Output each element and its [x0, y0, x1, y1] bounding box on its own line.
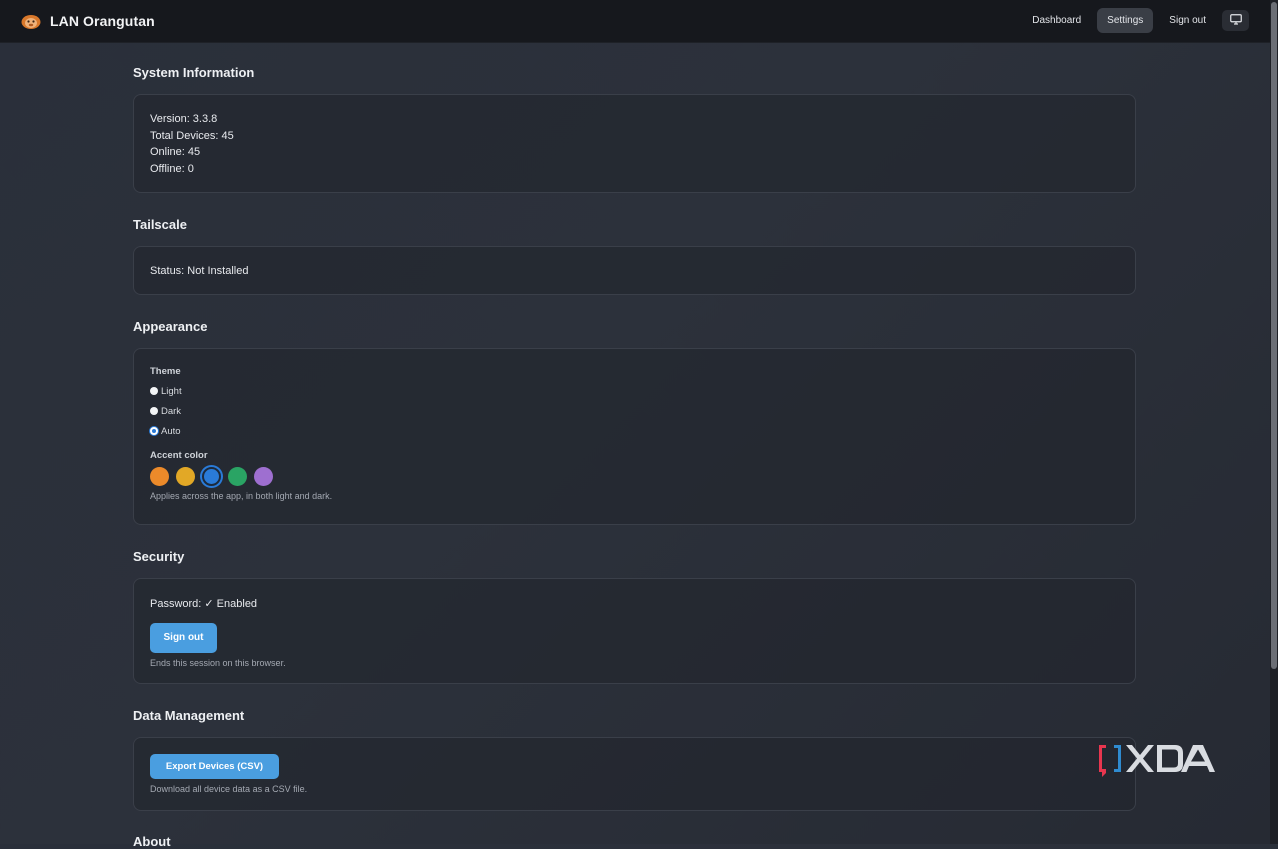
- xda-watermark-logo: [1097, 742, 1217, 778]
- system-information-card: Version: 3.3.8 Total Devices: 45 Online:…: [133, 94, 1136, 193]
- tailscale-status-text: Status: Not Installed: [150, 265, 249, 277]
- nav-menu: Dashboard Settings Sign out: [1016, 8, 1249, 33]
- version-text: Version: 3.3.8: [150, 113, 218, 125]
- export-devices-button[interactable]: Export Devices (CSV): [150, 754, 279, 779]
- theme-option-auto[interactable]: Auto: [150, 421, 1119, 441]
- data-management-heading: Data Management: [133, 708, 245, 723]
- sign-out-button[interactable]: Sign out: [150, 622, 217, 653]
- accent-swatch-purple[interactable]: [254, 467, 273, 486]
- monitor-icon: [1229, 12, 1242, 30]
- nav-settings[interactable]: Settings: [1097, 8, 1154, 33]
- accent-swatches: [150, 467, 1119, 486]
- accent-swatch-yellow[interactable]: [176, 467, 195, 486]
- nav-sign-out[interactable]: Sign out: [1159, 8, 1216, 33]
- online-count-text: Online: 45: [150, 146, 201, 159]
- security-heading: Security: [133, 549, 185, 564]
- total-devices-text: Total Devices: 45: [150, 129, 234, 142]
- system-information-heading: System Information: [133, 65, 255, 80]
- theme-auto-label: Auto: [161, 425, 181, 437]
- tailscale-card: Status: Not Installed: [133, 246, 1136, 295]
- scrollbar-thumb[interactable]: [1271, 2, 1277, 669]
- display-toggle-button[interactable]: [1222, 10, 1249, 31]
- tailscale-heading: Tailscale: [133, 217, 187, 232]
- password-status-text: Password: ✓ Enabled: [150, 598, 258, 610]
- accent-swatch-blue[interactable]: [202, 467, 221, 486]
- appearance-heading: Appearance: [133, 319, 208, 334]
- radio-light[interactable]: [150, 387, 158, 395]
- nav-dashboard[interactable]: Dashboard: [1022, 8, 1091, 33]
- brand[interactable]: LAN Orangutan: [21, 13, 155, 30]
- theme-radio-group: Light Dark Auto: [150, 381, 1119, 441]
- sign-out-hint: Ends this session on this browser.: [150, 657, 286, 668]
- theme-dark-label: Dark: [161, 405, 182, 417]
- offline-count-text: Offline: 0: [150, 163, 194, 176]
- appearance-card: Theme Light Dark Auto Accent color Appli…: [133, 348, 1136, 525]
- radio-auto[interactable]: [150, 427, 158, 435]
- theme-light-label: Light: [161, 385, 182, 397]
- accent-color-label: Accent color: [150, 450, 208, 461]
- radio-dark[interactable]: [150, 407, 158, 415]
- security-card: Password: ✓ Enabled Sign out Ends this s…: [133, 578, 1136, 684]
- orangutan-logo-icon: [21, 13, 41, 30]
- about-heading: About: [133, 834, 171, 849]
- export-hint: Download all device data as a CSV file.: [150, 784, 308, 794]
- page-scrollbar[interactable]: [1270, 0, 1278, 844]
- accent-hint: Applies across the app, in both light an…: [150, 491, 333, 501]
- theme-label: Theme: [150, 366, 181, 377]
- app-title: LAN Orangutan: [50, 13, 155, 29]
- top-navigation-bar: LAN Orangutan Dashboard Settings Sign ou…: [0, 0, 1270, 43]
- accent-swatch-orange[interactable]: [150, 467, 169, 486]
- theme-option-dark[interactable]: Dark: [150, 401, 1119, 421]
- data-management-card: Export Devices (CSV) Download all device…: [133, 737, 1136, 811]
- accent-swatch-green[interactable]: [228, 467, 247, 486]
- theme-option-light[interactable]: Light: [150, 381, 1119, 401]
